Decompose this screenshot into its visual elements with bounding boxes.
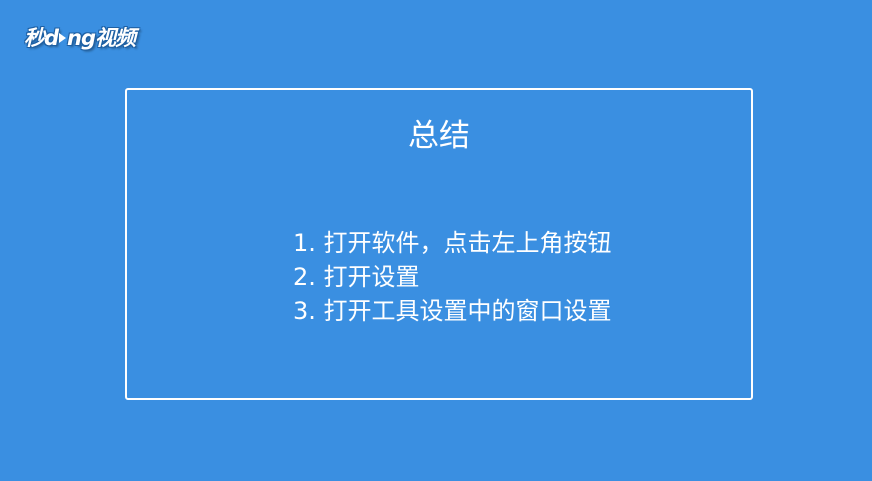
summary-step-2: 2. 打开设置 [293, 263, 420, 291]
brand-logo-text-start: 秒d [24, 26, 59, 50]
summary-step-3: 3. 打开工具设置中的窗口设置 [293, 297, 612, 325]
brand-logo: 秒d ng视频 [24, 22, 136, 52]
summary-step-1: 1. 打开软件，点击左上角按钮 [293, 229, 612, 257]
summary-panel: 总结 1. 打开软件，点击左上角按钮 2. 打开设置 3. 打开工具设置中的窗口… [125, 88, 753, 400]
brand-logo-text-end: ng视频 [67, 26, 136, 50]
summary-steps-list: 1. 打开软件，点击左上角按钮 2. 打开设置 3. 打开工具设置中的窗口设置 [293, 226, 612, 328]
play-icon [59, 33, 67, 43]
summary-title: 总结 [408, 118, 470, 154]
